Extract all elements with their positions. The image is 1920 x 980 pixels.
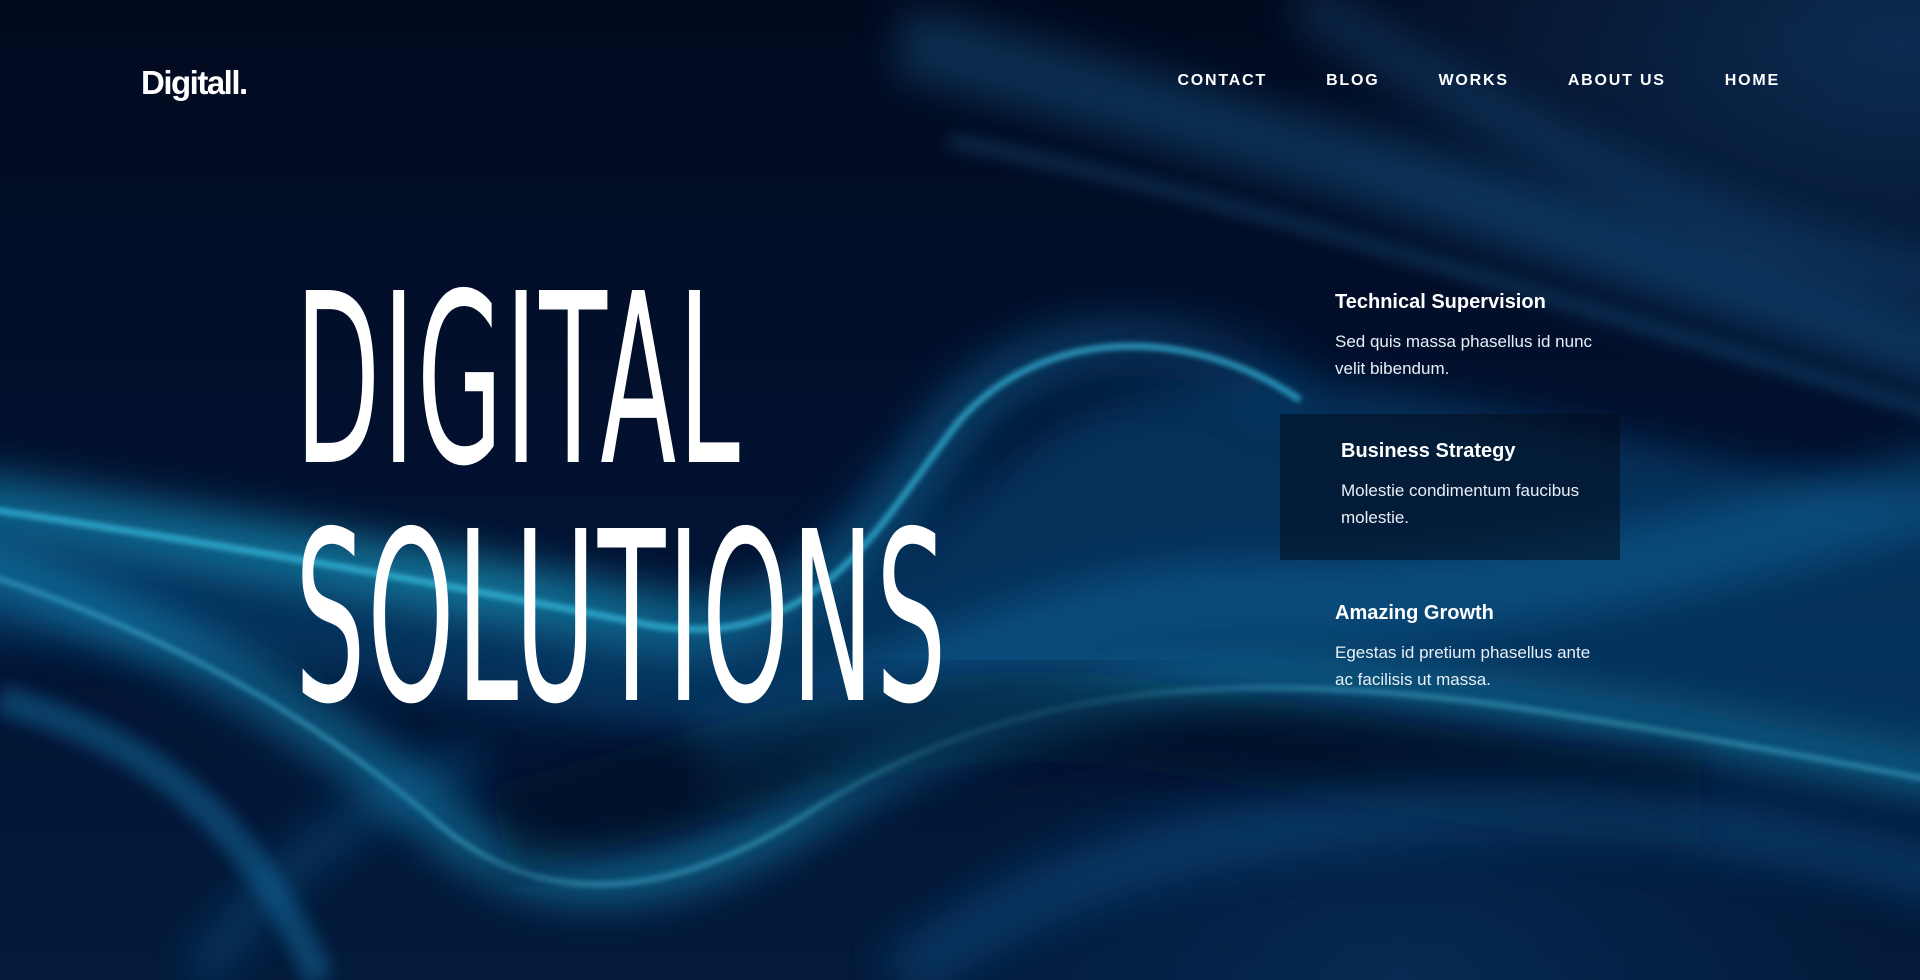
hero-title: DIGITAL SOLUTIONS [295, 262, 948, 738]
nav-link-works[interactable]: WORKS [1439, 72, 1509, 90]
feature-item: Business Strategy Molestie condimentum f… [1341, 437, 1641, 531]
feature-text: Molestie condimentum faucibus molestie. [1341, 481, 1580, 527]
feature-item: Technical Supervision Sed quis massa pha… [1335, 288, 1635, 382]
feature-title: Business Strategy [1341, 440, 1516, 462]
hero-title-line-2: SOLUTIONS [295, 481, 949, 756]
feature-text: Egestas id pretium phasellus ante ac fac… [1335, 643, 1591, 689]
main-nav: CONTACT BLOG WORKS ABOUT US HOME [1177, 72, 1780, 90]
feature-item: Amazing Growth Egestas id pretium phasel… [1335, 599, 1635, 693]
nav-link-home[interactable]: HOME [1725, 72, 1780, 90]
feature-title: Amazing Growth [1335, 602, 1494, 624]
nav-link-about-us[interactable]: ABOUT US [1568, 72, 1666, 90]
hero-section: Digitall. CONTACT BLOG WORKS ABOUT US HO… [0, 0, 1920, 980]
feature-title: Technical Supervision [1335, 291, 1546, 313]
nav-link-blog[interactable]: BLOG [1326, 72, 1379, 90]
feature-text: Sed quis massa phasellus id nunc velit b… [1335, 332, 1593, 378]
brand-logo[interactable]: Digitall. [141, 64, 248, 102]
hero-title-line-1: DIGITAL [295, 243, 742, 518]
nav-link-contact[interactable]: CONTACT [1177, 72, 1267, 90]
